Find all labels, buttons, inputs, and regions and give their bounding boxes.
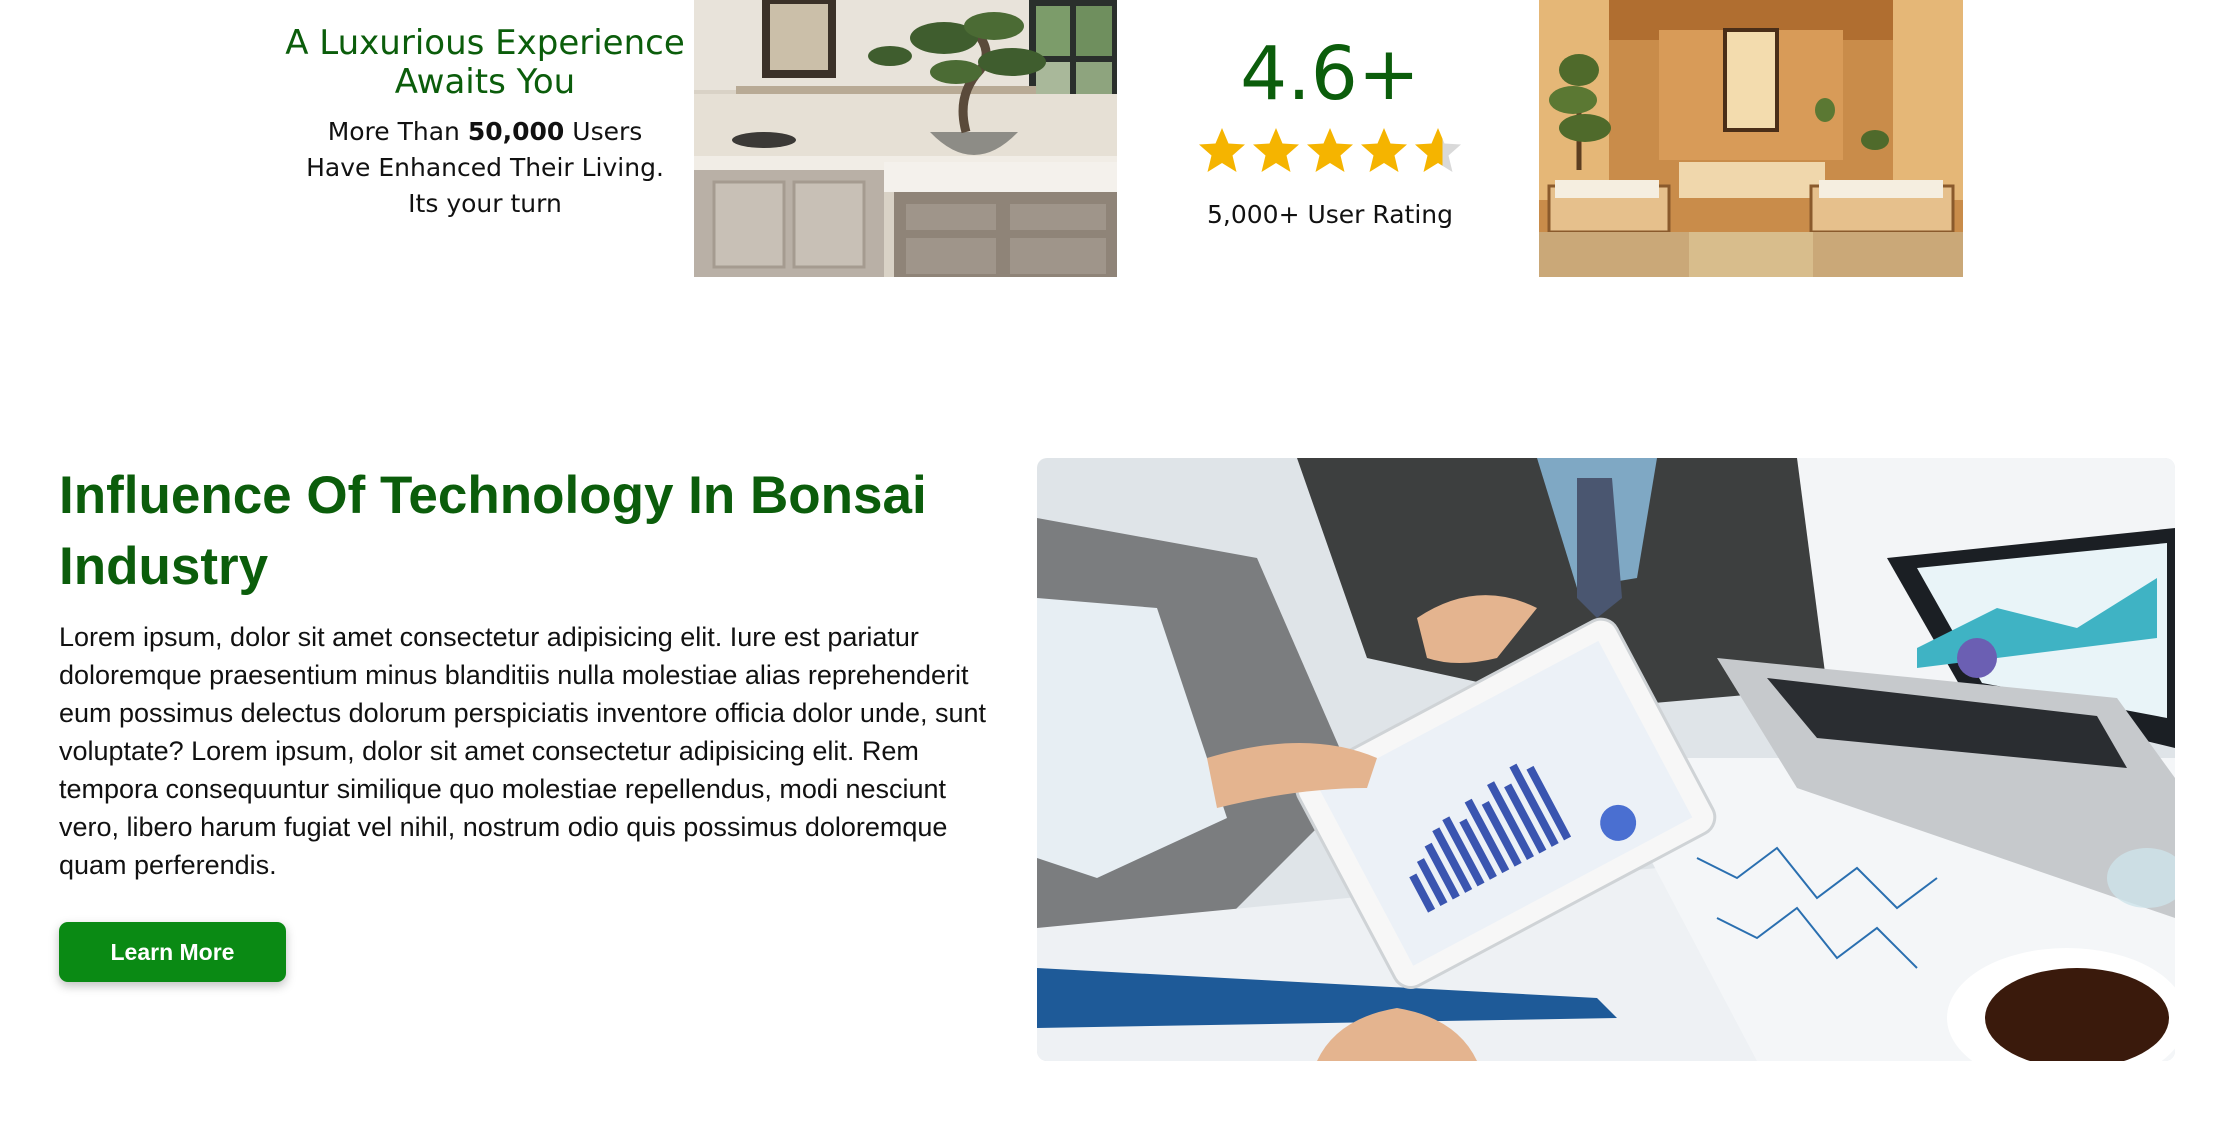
promo-line1-suffix: Users	[564, 117, 643, 146]
japanese-room-image	[1539, 0, 1963, 277]
rating-value: 4.6+	[1240, 31, 1420, 117]
learn-more-button[interactable]: Learn More	[59, 922, 286, 982]
star-icon	[1361, 128, 1407, 172]
rating-stars	[1195, 126, 1465, 182]
business-meeting-image	[1037, 458, 2175, 1061]
promo-title: A Luxurious Experience Awaits You	[285, 23, 685, 102]
promo-text: More Than 50,000 Users Have Enhanced The…	[280, 114, 690, 222]
rating-block: 4.6+ 5,000+ User Rating	[1195, 26, 1465, 229]
rating-label: 5,000+ User Rating	[1207, 200, 1453, 229]
promo-block: A Luxurious Experience Awaits You More T…	[280, 24, 690, 222]
feature-title: Influence Of Technology In Bonsai Indust…	[59, 466, 927, 596]
feature-body: Lorem ipsum, dolor sit amet consectetur …	[59, 622, 986, 880]
promo-line3: Its your turn	[408, 189, 562, 218]
star-icon	[1253, 128, 1299, 172]
promo-line2: Have Enhanced Their Living.	[306, 153, 664, 182]
star-icon	[1415, 128, 1461, 172]
promo-line1-prefix: More Than	[327, 117, 468, 146]
star-icon	[1199, 128, 1245, 172]
star-icon	[1307, 128, 1353, 172]
promo-user-count: 50,000	[467, 117, 565, 146]
kitchen-bonsai-image	[694, 0, 1117, 277]
